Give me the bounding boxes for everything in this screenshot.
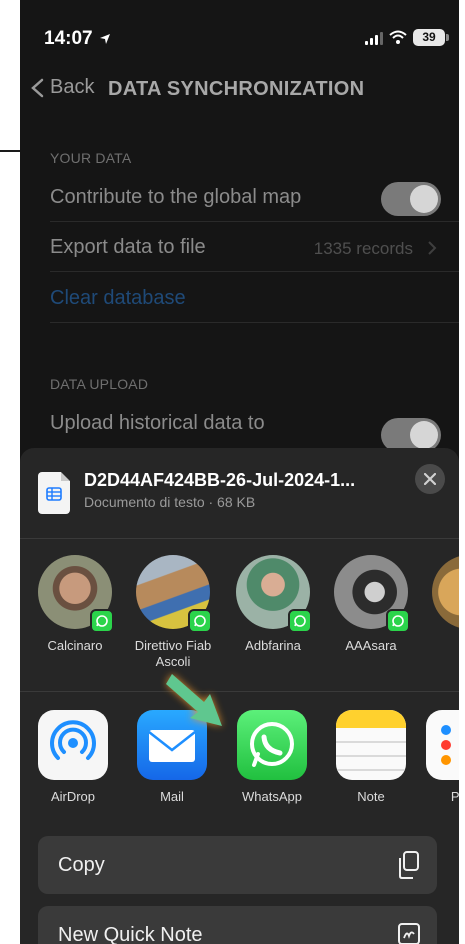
upload-historical-row[interactable]: Upload historical data to bbox=[50, 398, 459, 452]
avatar bbox=[38, 555, 114, 633]
section-header-data-upload: DATA UPLOAD bbox=[50, 376, 149, 392]
avatar bbox=[136, 555, 212, 633]
copy-icon bbox=[399, 851, 419, 879]
navigation-bar: Back DATA SYNCHRONIZATION bbox=[20, 72, 459, 112]
reminders-icon bbox=[426, 710, 459, 780]
export-label: Export data to file bbox=[50, 236, 206, 258]
app-note[interactable]: Note bbox=[326, 710, 416, 804]
clear-database-row[interactable]: Clear database bbox=[50, 273, 459, 323]
document-icon bbox=[38, 472, 70, 514]
close-icon bbox=[424, 473, 436, 485]
share-contacts-row: Calcinaro Direttivo Fiab Ascoli Adbfarin… bbox=[20, 555, 459, 675]
copy-action[interactable]: Copy bbox=[38, 836, 437, 894]
whatsapp-badge-icon bbox=[90, 609, 114, 633]
status-bar: 14:07 39 bbox=[20, 0, 459, 70]
time-text: 14:07 bbox=[44, 28, 93, 49]
location-arrow-icon bbox=[99, 33, 110, 44]
toggle-knob bbox=[410, 421, 438, 449]
copy-label: Copy bbox=[58, 854, 105, 876]
new-quick-note-label: New Quick Note bbox=[58, 924, 203, 944]
signal-icon bbox=[365, 32, 383, 45]
contact-name: Calcinaro bbox=[47, 638, 103, 653]
whatsapp-badge-icon bbox=[386, 609, 410, 633]
whatsapp-badge-icon bbox=[188, 609, 212, 633]
whatsapp-badge-icon bbox=[288, 609, 312, 633]
app-label: WhatsApp bbox=[242, 789, 302, 804]
contact-partial[interactable]: F bbox=[424, 555, 459, 654]
toggle-knob bbox=[410, 185, 438, 213]
avatar bbox=[432, 555, 459, 629]
avatar bbox=[236, 555, 312, 633]
share-sheet: D2D44AF424BB-26-Jul-2024-1... Documento … bbox=[20, 448, 459, 944]
contact-direttivo-fiab-ascoli[interactable]: Direttivo Fiab Ascoli bbox=[128, 555, 218, 670]
chevron-right-icon bbox=[428, 241, 437, 255]
contact-aaasara[interactable]: AAAsara bbox=[326, 555, 416, 654]
page-title: DATA SYNCHRONIZATION bbox=[108, 78, 365, 100]
close-button[interactable] bbox=[415, 464, 445, 494]
divider bbox=[20, 538, 459, 539]
clear-database-link[interactable]: Clear database bbox=[50, 287, 186, 310]
contribute-label: Contribute to the global map bbox=[50, 186, 302, 208]
airdrop-icon bbox=[38, 710, 108, 780]
shared-file-meta: Documento di testo · 68 KB bbox=[84, 494, 256, 510]
battery-indicator: 39 bbox=[413, 29, 449, 46]
contact-name: F bbox=[424, 638, 459, 654]
app-label: Pro bbox=[450, 789, 459, 804]
app-reminders[interactable]: Pro bbox=[416, 710, 459, 804]
app-label: Mail bbox=[160, 789, 184, 804]
app-label: Note bbox=[357, 789, 385, 804]
export-row[interactable]: Export data to file 1335 records bbox=[50, 222, 459, 272]
edge-line bbox=[0, 150, 20, 152]
shared-file-name: D2D44AF424BB-26-Jul-2024-1... bbox=[84, 470, 356, 490]
contact-name: Adbfarina bbox=[245, 638, 301, 653]
export-record-count: 1335 records bbox=[313, 239, 413, 258]
section-header-your-data: YOUR DATA bbox=[50, 150, 132, 166]
table-icon bbox=[46, 487, 62, 501]
contribute-toggle[interactable] bbox=[381, 182, 441, 216]
contact-name: AAAsara bbox=[345, 638, 397, 653]
wifi-icon bbox=[389, 30, 407, 44]
avatar bbox=[334, 555, 410, 633]
app-label: AirDrop bbox=[50, 789, 96, 804]
contact-name: Direttivo Fiab Ascoli bbox=[134, 638, 212, 669]
contact-adbfarina[interactable]: Adbfarina bbox=[228, 555, 318, 654]
quick-note-icon bbox=[398, 923, 420, 944]
notes-icon bbox=[336, 710, 406, 780]
contribute-row[interactable]: Contribute to the global map bbox=[50, 172, 459, 222]
back-button[interactable]: Back bbox=[30, 76, 94, 99]
annotation-arrow-icon bbox=[166, 674, 222, 726]
upload-historical-label: Upload historical data to bbox=[50, 412, 265, 434]
app-airdrop[interactable]: AirDrop bbox=[28, 710, 118, 804]
phone-screen: 14:07 39 Back DATA SYNCHRONIZATION YOUR … bbox=[20, 0, 459, 944]
upload-historical-toggle[interactable] bbox=[381, 418, 441, 452]
contact-calcinaro[interactable]: Calcinaro bbox=[30, 555, 120, 654]
new-quick-note-action[interactable]: New Quick Note bbox=[38, 906, 437, 944]
status-time: 14:07 bbox=[44, 28, 111, 50]
back-label: Back bbox=[50, 76, 95, 98]
chevron-left-icon bbox=[31, 78, 44, 97]
